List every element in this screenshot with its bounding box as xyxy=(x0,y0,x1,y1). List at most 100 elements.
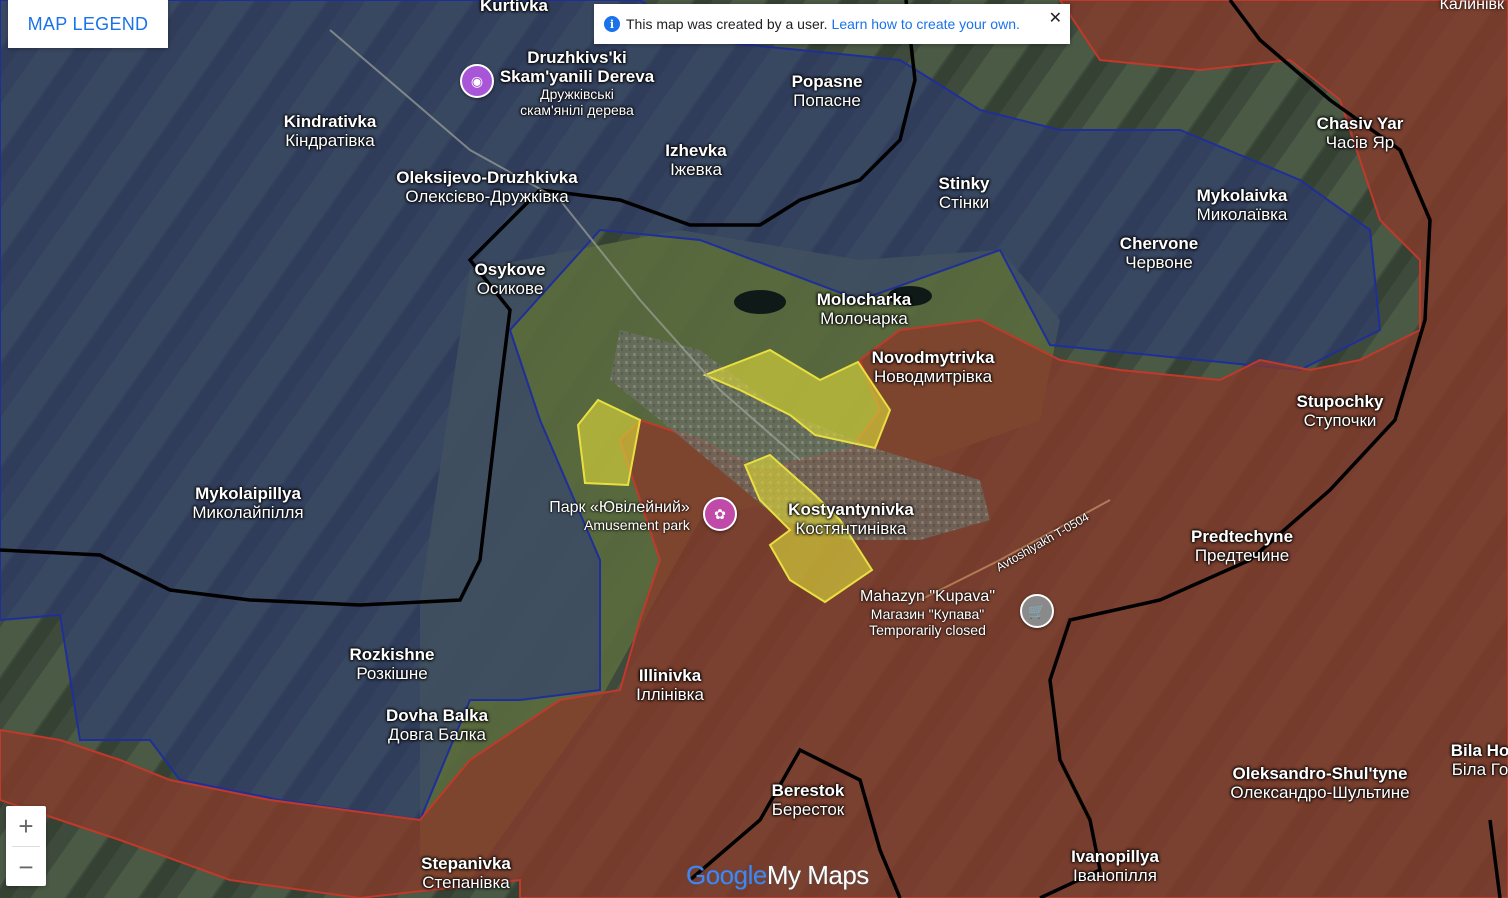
google-my-maps-logo: GoogleMy Maps xyxy=(686,860,869,891)
place-name-latin: Stupochky xyxy=(1296,392,1384,411)
place-name-latin: Molocharka xyxy=(816,290,912,309)
place-name-cyrillic: Ступочки xyxy=(1303,411,1377,430)
poi-name-line: Дружківські xyxy=(540,86,614,102)
poi-druzhkivski-label: Druzhkivs'ki Skam'yanili Dereva Дружківс… xyxy=(500,48,654,118)
place-label: Stupochky Ступочки xyxy=(1297,392,1384,430)
camera-icon[interactable]: ◉ xyxy=(460,64,494,98)
place-label: Chervone Червоне xyxy=(1120,234,1198,272)
place-name-latin: Rozkishne xyxy=(349,645,435,664)
place-label: Oleksandro-Shul'tyne Олександро-Шультине xyxy=(1230,764,1409,802)
place-label: Illinivka Іллінівка xyxy=(636,666,704,704)
place-name-latin: Oleksijevo-Druzhkivka xyxy=(396,168,578,187)
place-name-cyrillic: Новодмитрівка xyxy=(873,367,993,386)
place-label: Novodmytrivka Новодмитрівка xyxy=(872,348,995,386)
amusement-park-icon[interactable]: ✿ xyxy=(703,497,737,531)
place-name-latin: Bila Ho xyxy=(1450,741,1508,760)
place-name-latin: Oleksandro-Shul'tyne xyxy=(1232,764,1408,783)
place-name-cyrillic: Часів Яр xyxy=(1325,133,1395,152)
place-name-cyrillic: Біла Го xyxy=(1451,760,1508,779)
place-label: Kostyantynivka Костянтинівка xyxy=(788,500,914,538)
place-name-latin: Izhevka xyxy=(665,141,727,160)
place-label: Stepanivka Степанівка xyxy=(421,854,511,892)
place-name-latin: Novodmytrivka xyxy=(871,348,995,367)
place-name-latin: Kindrativka xyxy=(283,112,377,131)
place-label: Rozkishne Розкішне xyxy=(349,645,434,683)
poi-name-line: Skam'yanili Dereva xyxy=(499,67,655,86)
place-name-latin: Ivanopillya xyxy=(1071,847,1159,866)
place-label: Kurtivka xyxy=(480,0,548,15)
place-name-cyrillic: Олексієво-Дружківка xyxy=(405,187,569,206)
place-name-latin: Chervone xyxy=(1119,234,1199,253)
poi-name-line: Temporarily closed xyxy=(869,622,986,638)
place-name-latin: Chasiv Yar xyxy=(1316,114,1404,133)
place-name-cyrillic: Червоне xyxy=(1125,253,1193,272)
place-name-latin: Popasne xyxy=(791,72,863,91)
place-label: Stinky Стінки xyxy=(938,174,989,212)
place-name-latin: Predtechyne xyxy=(1190,527,1294,546)
poi-park-label: Парк «Ювілейний» Amusement park xyxy=(534,499,690,533)
place-name-latin: Stepanivka xyxy=(421,854,511,873)
poi-name-line: Druzhkivs'ki xyxy=(527,48,627,67)
corner-place-label: Калинівк xyxy=(1439,0,1504,13)
poi-name-line: Парк «Ювілейний» xyxy=(549,499,690,516)
zoom-control: + − xyxy=(6,806,46,886)
banner-text: This map was created by a user. xyxy=(626,16,828,32)
place-name-cyrillic: Олександро-Шультине xyxy=(1230,783,1410,802)
place-name-cyrillic: Молочарка xyxy=(820,309,908,328)
place-name-cyrillic: Кіндратівка xyxy=(285,131,375,150)
zoom-out-button[interactable]: − xyxy=(6,847,46,887)
place-label: Berestok Бересток xyxy=(772,781,845,819)
place-name-latin: Illinivka xyxy=(638,666,702,685)
poi-kupava-label: Mahazyn "Kupava" Магазин "Купава" Tempor… xyxy=(860,588,995,638)
place-name-latin: Osykove xyxy=(474,260,546,279)
poi-name-line: Mahazyn "Kupava" xyxy=(860,588,995,605)
water-molocharka xyxy=(734,290,786,314)
shopping-cart-icon[interactable]: 🛒 xyxy=(1020,594,1054,628)
place-label: Predtechyne Предтечине xyxy=(1191,527,1293,565)
place-name-latin: Mykolaipillya xyxy=(195,484,301,503)
place-label: Kindrativka Кіндратівка xyxy=(284,112,377,150)
poi-name-line: скам'янілі дерева xyxy=(520,102,634,118)
place-name-cyrillic: Попасне xyxy=(793,91,861,110)
place-name-cyrillic: Стінки xyxy=(938,193,990,212)
place-name-cyrillic: Осикове xyxy=(476,279,544,298)
learn-more-link[interactable]: Learn how to create your own. xyxy=(832,16,1020,32)
place-name-latin: Kostyantynivka xyxy=(788,500,914,519)
place-label: Mykolaivka Миколаївка xyxy=(1197,186,1288,224)
info-icon: i xyxy=(604,16,620,32)
place-label: Bila Ho Біла Го xyxy=(1451,741,1508,779)
place-name-cyrillic: Степанівка xyxy=(422,873,510,892)
place-label: Chasiv Yar Часів Яр xyxy=(1317,114,1404,152)
place-name-latin: Mykolaivka xyxy=(1196,186,1288,205)
place-name-cyrillic: Бересток xyxy=(771,800,845,819)
place-name-cyrillic: Костянтинівка xyxy=(795,519,907,538)
place-label: Dovha Balka Довга Балка xyxy=(386,706,488,744)
place-label: Ivanopillya Іванопілля xyxy=(1071,847,1159,885)
place-name-cyrillic: Миколайпілля xyxy=(192,503,304,522)
place-name-latin: Stinky xyxy=(938,174,990,193)
place-label: Popasne Попасне xyxy=(792,72,863,110)
poi-name-line: Amusement park xyxy=(584,517,690,533)
user-map-banner: i This map was created by a user. Learn … xyxy=(594,4,1070,44)
place-name-cyrillic: Розкішне xyxy=(356,664,428,683)
place-label: Oleksijevo-Druzhkivka Олексієво-Дружківка xyxy=(396,168,577,206)
poi-name-line: Магазин "Купава" xyxy=(870,606,985,622)
place-name-latin: Dovha Balka xyxy=(385,706,489,725)
place-name-latin: Kurtivka xyxy=(479,0,549,15)
place-name-cyrillic: Іллінівка xyxy=(636,685,704,704)
place-label: Izhevka Іжевка xyxy=(665,141,726,179)
mymaps-logo-text: My Maps xyxy=(766,860,869,890)
place-name-cyrillic: Предтечине xyxy=(1194,546,1290,565)
place-name-cyrillic: Миколаївка xyxy=(1196,205,1288,224)
map-legend-button[interactable]: MAP LEGEND xyxy=(8,0,168,48)
place-name-cyrillic: Довга Балка xyxy=(387,725,486,744)
zoom-in-button[interactable]: + xyxy=(6,806,46,846)
place-label: Mykolaipillya Миколайпілля xyxy=(192,484,303,522)
place-name-cyrillic: Іванопілля xyxy=(1073,866,1157,885)
place-name-latin: Berestok xyxy=(771,781,845,800)
place-label: Molocharka Молочарка xyxy=(817,290,911,328)
place-name-cyrillic: Іжевка xyxy=(670,160,722,179)
place-label: Osykove Осикове xyxy=(475,260,546,298)
google-logo-text: Google xyxy=(686,860,767,890)
close-icon[interactable]: ✕ xyxy=(1049,8,1062,28)
